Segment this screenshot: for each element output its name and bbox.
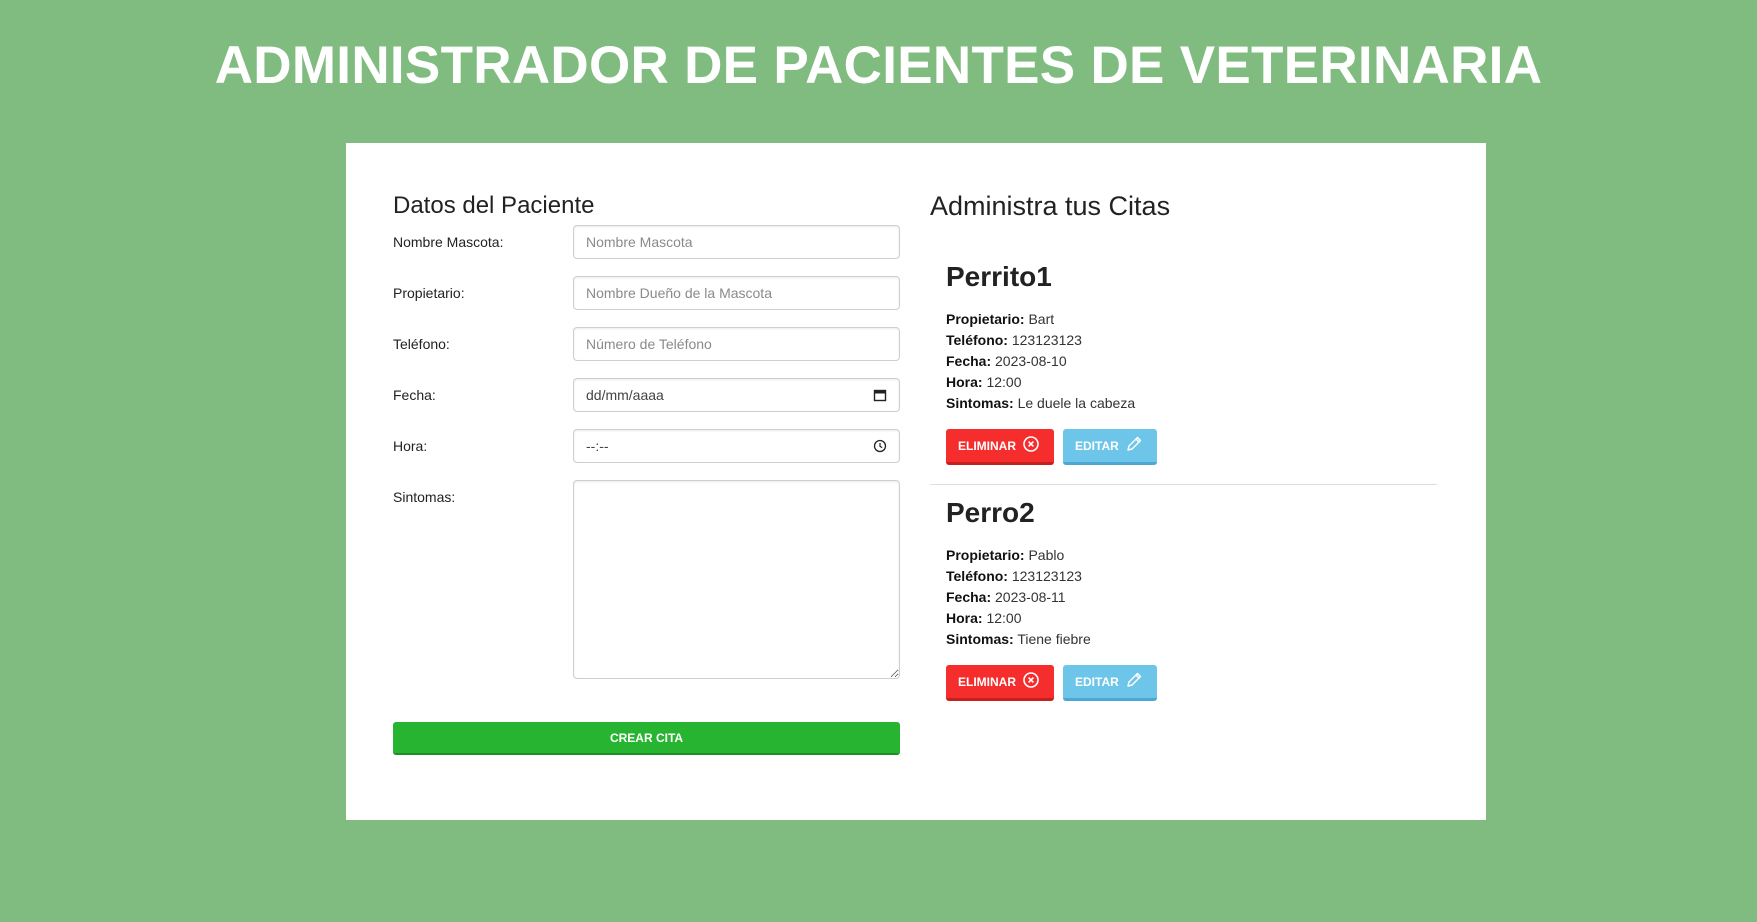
cita-sintomas: Sintomas: Tiene fiebre bbox=[946, 631, 1091, 647]
cita-card: Perrito1 Propietario: Bart Teléfono: 123… bbox=[946, 261, 1436, 471]
cita-mascota: Perrito1 bbox=[946, 261, 1052, 292]
hora-input[interactable]: --:-- bbox=[573, 429, 900, 463]
fecha-input[interactable]: dd/mm/aaaa bbox=[573, 378, 900, 412]
cita-divider bbox=[930, 484, 1437, 485]
mascota-input[interactable] bbox=[573, 225, 900, 259]
cita-fecha-value: 2023-08-10 bbox=[995, 353, 1067, 369]
cita-propietario-label: Propietario: bbox=[946, 311, 1025, 327]
fecha-label: Fecha: bbox=[393, 387, 436, 403]
pencil-icon bbox=[1125, 435, 1143, 456]
cita-fecha-label: Fecha: bbox=[946, 589, 992, 605]
cita-hora-label: Hora: bbox=[946, 610, 983, 626]
cita-sintomas-label: Sintomas: bbox=[946, 631, 1014, 647]
fecha-display: dd/mm/aaaa bbox=[586, 387, 664, 403]
cita-propietario: Propietario: Pablo bbox=[946, 547, 1064, 563]
propietario-input[interactable] bbox=[573, 276, 900, 310]
cita-propietario-value: Bart bbox=[1028, 311, 1055, 327]
telefono-label: Teléfono: bbox=[393, 336, 450, 352]
eliminar-label: ELIMINAR bbox=[958, 438, 1016, 453]
editar-button[interactable]: EDITAR bbox=[1063, 665, 1157, 701]
cita-propietario-value: Pablo bbox=[1028, 547, 1065, 563]
hora-display: --:-- bbox=[586, 438, 609, 454]
cita-sintomas-value: Tiene fiebre bbox=[1017, 631, 1091, 647]
cita-fecha: Fecha: 2023-08-11 bbox=[946, 589, 1066, 605]
cita-sintomas: Sintomas: Le duele la cabeza bbox=[946, 395, 1135, 411]
sintomas-label: Sintomas: bbox=[393, 489, 456, 505]
cita-fecha-label: Fecha: bbox=[946, 353, 992, 369]
cita-telefono: Teléfono: 123123123 bbox=[946, 332, 1082, 348]
cita-propietario-label: Propietario: bbox=[946, 547, 1025, 563]
close-circle-icon bbox=[1022, 671, 1040, 692]
eliminar-button[interactable]: ELIMINAR bbox=[946, 429, 1054, 465]
cita-fecha: Fecha: 2023-08-10 bbox=[946, 353, 1067, 369]
cita-hora: Hora: 12:00 bbox=[946, 374, 1022, 390]
crear-cita-button[interactable]: CREAR CITA bbox=[393, 722, 900, 755]
cita-telefono-label: Teléfono: bbox=[946, 568, 1008, 584]
pencil-icon bbox=[1125, 671, 1143, 692]
cita-hora-label: Hora: bbox=[946, 374, 983, 390]
telefono-input[interactable] bbox=[573, 327, 900, 361]
page-title: ADMINISTRADOR DE PACIENTES DE VETERINARI… bbox=[214, 36, 1543, 95]
cita-hora: Hora: 12:00 bbox=[946, 610, 1022, 626]
editar-label: EDITAR bbox=[1075, 438, 1119, 453]
hora-label: Hora: bbox=[393, 438, 428, 454]
editar-label: EDITAR bbox=[1075, 674, 1119, 689]
calendar-icon[interactable] bbox=[873, 388, 887, 402]
cita-telefono: Teléfono: 123123123 bbox=[946, 568, 1082, 584]
cita-card: Perro2 Propietario: Pablo Teléfono: 1231… bbox=[946, 497, 1436, 707]
cita-sintomas-value: Le duele la cabeza bbox=[1017, 395, 1136, 411]
cita-telefono-value: 123123123 bbox=[1011, 568, 1082, 584]
cita-fecha-value: 2023-08-11 bbox=[995, 589, 1066, 605]
clock-icon[interactable] bbox=[873, 439, 887, 453]
close-circle-icon bbox=[1022, 435, 1040, 456]
mascota-label: Nombre Mascota: bbox=[393, 234, 504, 250]
eliminar-button[interactable]: ELIMINAR bbox=[946, 665, 1054, 701]
cita-hora-value: 12:00 bbox=[986, 610, 1022, 626]
cita-hora-value: 12:00 bbox=[986, 374, 1022, 390]
propietario-label: Propietario: bbox=[393, 285, 465, 301]
cita-telefono-value: 123123123 bbox=[1011, 332, 1082, 348]
sintomas-textarea[interactable] bbox=[573, 480, 900, 679]
cita-telefono-label: Teléfono: bbox=[946, 332, 1008, 348]
form-title: Datos del Paciente bbox=[393, 192, 595, 219]
editar-button[interactable]: EDITAR bbox=[1063, 429, 1157, 465]
cita-mascota: Perro2 bbox=[946, 497, 1035, 528]
cita-propietario: Propietario: Bart bbox=[946, 311, 1054, 327]
main-panel: Datos del Paciente Nombre Mascota: Propi… bbox=[346, 143, 1486, 820]
cita-sintomas-label: Sintomas: bbox=[946, 395, 1014, 411]
eliminar-label: ELIMINAR bbox=[958, 674, 1016, 689]
citas-title: Administra tus Citas bbox=[930, 191, 1171, 221]
